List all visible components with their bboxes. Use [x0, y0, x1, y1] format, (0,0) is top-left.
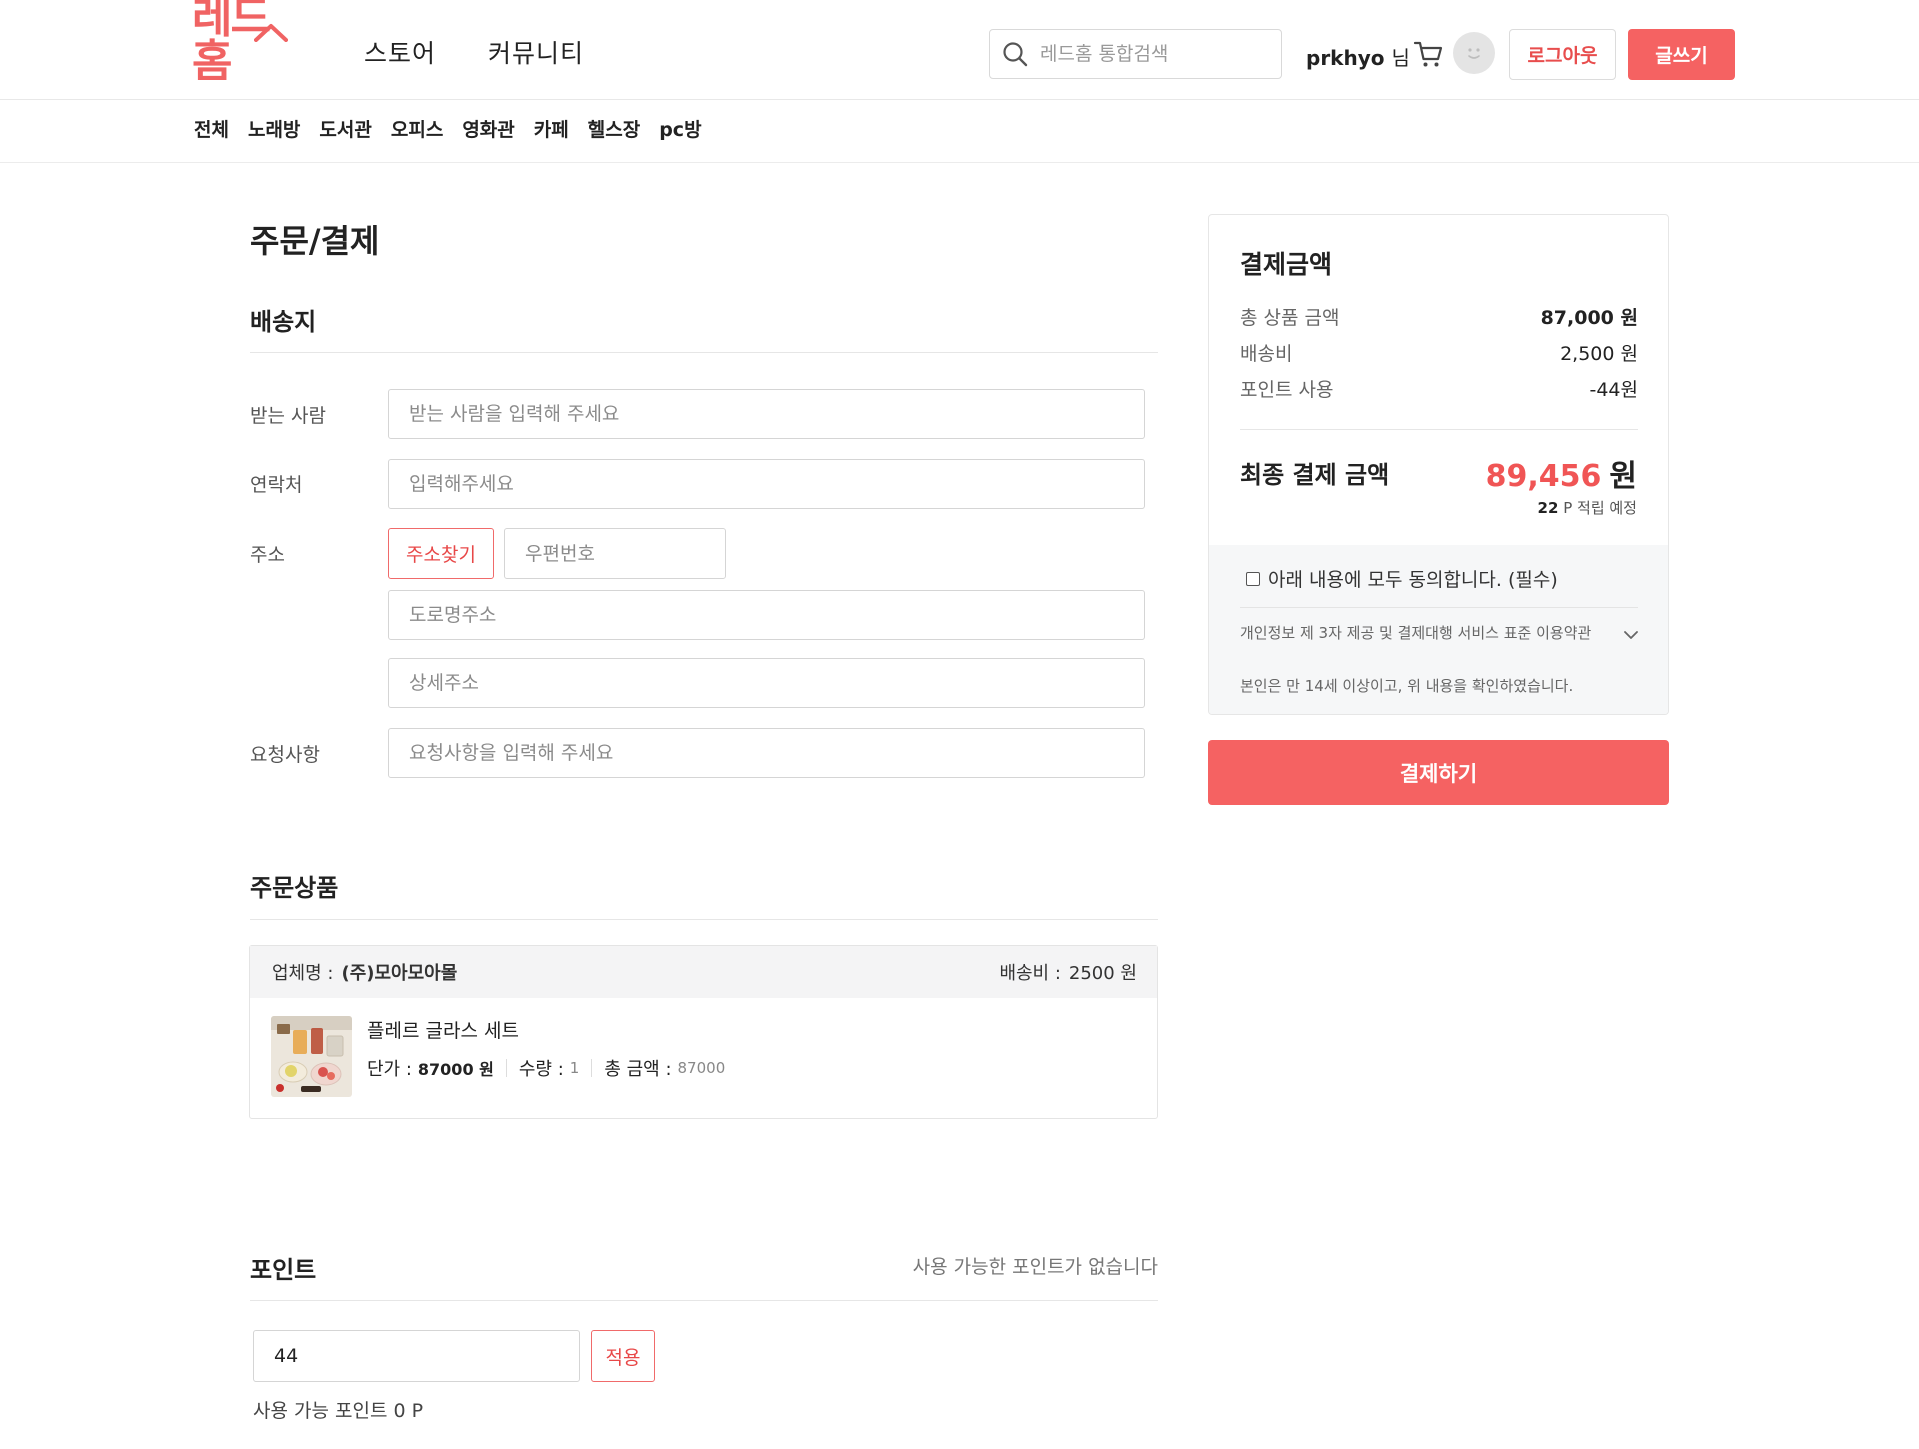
summary-amount: -44원 — [1589, 379, 1638, 401]
unit-price-value: 87000 원 — [417, 1060, 494, 1079]
payment-summary-card: 결제금액 총 상품 금액 87,000 원 배송비 2,500 원 포인트 사용… — [1208, 214, 1669, 715]
age-confirm-text: 본인은 만 14세 이상이고, 위 내용을 확인하였습니다. — [1240, 677, 1574, 695]
pay-button[interactable]: 결제하기 — [1208, 740, 1669, 805]
user-suffix: 님 — [1391, 46, 1410, 70]
category-nav: 전체 노래방 도서관 오피스 영화관 카페 헬스장 pc방 — [0, 101, 1919, 163]
points-section-title: 포인트 — [250, 1256, 317, 1284]
user-greeting: prkhyo 님 — [1306, 42, 1410, 71]
product-name[interactable]: 플레르 글라스 세트 — [367, 1016, 725, 1043]
nav-community[interactable]: 커뮤니티 — [488, 34, 584, 70]
logout-button[interactable]: 로그아웃 — [1509, 29, 1616, 80]
summary-amount: 87,000 원 — [1540, 307, 1638, 329]
page-title: 주문/결제 — [250, 222, 380, 260]
earn-points: 22 P 적립 예정 — [1538, 497, 1637, 518]
category-all[interactable]: 전체 — [194, 115, 229, 142]
avatar[interactable] — [1453, 32, 1495, 74]
chevron-down-icon[interactable] — [1622, 629, 1640, 641]
glass-set-image — [271, 1016, 352, 1097]
category-gym[interactable]: 헬스장 — [588, 115, 640, 142]
summary-row-shipping: 배송비 2,500 원 — [1240, 339, 1638, 366]
order-section-title: 주문상품 — [250, 874, 339, 902]
points-note: 사용 가능한 포인트가 없습니다 — [912, 1256, 1158, 1278]
vendor-header: 업체명 : (주)모아모아몰 배송비 : 2500 원 — [250, 946, 1157, 998]
item-meta: 단가 : 87000 원 수량 : 1 총 금액 : 87000 — [367, 1055, 725, 1081]
recipient-label: 받는 사람 — [250, 405, 326, 427]
summary-label: 배송비 — [1240, 343, 1293, 365]
item-total-value: 87000 — [677, 1059, 726, 1077]
order-divider — [250, 919, 1158, 920]
nav-store[interactable]: 스토어 — [364, 34, 436, 70]
logo[interactable]: 레드홈 — [192, 0, 302, 84]
apply-points-button[interactable]: 적용 — [591, 1330, 655, 1382]
address-label: 주소 — [250, 544, 285, 566]
search-icon — [1003, 42, 1028, 67]
payment-summary-title: 결제금액 — [1240, 250, 1333, 279]
category-cafe[interactable]: 카페 — [534, 115, 569, 142]
quantity-value: 1 — [569, 1059, 580, 1077]
agree-all-label: 아래 내용에 모두 동의합니다. (필수) — [1268, 569, 1558, 591]
recipient-input[interactable] — [388, 389, 1145, 439]
search-input[interactable] — [1040, 43, 1260, 65]
terms-text[interactable]: 개인정보 제 3자 제공 및 결제대행 서비스 표준 이용약관 — [1240, 623, 1600, 643]
zipcode-input[interactable] — [504, 528, 726, 579]
summary-label: 포인트 사용 — [1240, 379, 1334, 401]
request-input[interactable] — [388, 728, 1145, 778]
agreement-area: 아래 내용에 모두 동의합니다. (필수) 개인정보 제 3자 제공 및 결제대… — [1209, 545, 1668, 714]
logo-text: 레드홈 — [192, 0, 271, 87]
category-cinema[interactable]: 영화관 — [462, 115, 514, 142]
final-amount-value: 89,456 — [1485, 459, 1602, 494]
top-header: 레드홈 스토어 커뮤니티 prkhyo 님 로그아웃 글쓰기 — [0, 0, 1919, 100]
available-points: 사용 가능 포인트 0 P — [253, 1400, 424, 1422]
quantity-label: 수량 : — [518, 1059, 564, 1080]
agree-all-checkbox[interactable]: 아래 내용에 모두 동의합니다. (필수) — [1246, 565, 1558, 592]
summary-label: 총 상품 금액 — [1240, 307, 1340, 329]
agreement-divider — [1240, 607, 1638, 608]
contact-input[interactable] — [388, 459, 1145, 509]
meta-separator — [505, 1059, 507, 1077]
final-amount: 89,456 원 — [1486, 451, 1637, 495]
shipping-divider — [250, 352, 1158, 353]
earn-points-text: P 적립 예정 — [1563, 499, 1637, 517]
final-amount-unit: 원 — [1609, 459, 1637, 494]
final-amount-label: 최종 결제 금액 — [1240, 461, 1390, 489]
category-library[interactable]: 도서관 — [319, 115, 371, 142]
vendor-info: 업체명 : (주)모아모아몰 — [272, 959, 457, 985]
summary-amount: 2,500 원 — [1560, 343, 1638, 365]
order-item: 플레르 글라스 세트 단가 : 87000 원 수량 : 1 총 금액 : 87… — [271, 1016, 725, 1097]
category-karaoke[interactable]: 노래방 — [248, 115, 300, 142]
shipping-fee-value: 2500 원 — [1068, 963, 1137, 984]
category-pc-room[interactable]: pc방 — [659, 115, 701, 142]
points-divider — [250, 1300, 1158, 1301]
user-name: prkhyo — [1306, 46, 1385, 70]
earn-points-value: 22 — [1537, 499, 1559, 517]
unit-price-label: 단가 : — [367, 1059, 412, 1080]
points-input[interactable] — [253, 1330, 580, 1382]
category-office[interactable]: 오피스 — [391, 115, 443, 142]
item-total-label: 총 금액 : — [604, 1059, 672, 1080]
checkbox-box[interactable] — [1246, 571, 1260, 586]
road-address-input[interactable] — [388, 590, 1145, 640]
vendor-shipping-fee: 배송비 : 2500 원 — [999, 959, 1137, 985]
request-label: 요청사항 — [250, 744, 320, 766]
meta-separator — [591, 1059, 593, 1077]
detail-address-input[interactable] — [388, 658, 1145, 708]
vendor-name: (주)모아모아몰 — [341, 963, 458, 984]
summary-row-points: 포인트 사용 -44원 — [1240, 375, 1638, 402]
product-thumbnail[interactable] — [271, 1016, 352, 1097]
item-info: 플레르 글라스 세트 단가 : 87000 원 수량 : 1 총 금액 : 87… — [367, 1016, 725, 1097]
contact-label: 연락처 — [250, 474, 303, 496]
vendor-label: 업체명 : — [272, 963, 334, 984]
find-address-button[interactable]: 주소찾기 — [388, 528, 494, 579]
shipping-fee-label: 배송비 : — [999, 963, 1061, 984]
order-vendor-box: 업체명 : (주)모아모아몰 배송비 : 2500 원 플레르 글라스 세트 단가… — [249, 945, 1158, 1119]
smiley-face-icon — [1468, 48, 1480, 59]
summary-row-product-total: 총 상품 금액 87,000 원 — [1240, 303, 1638, 330]
search-box[interactable] — [989, 29, 1282, 79]
shipping-section-title: 배송지 — [250, 308, 317, 336]
cart-icon[interactable] — [1413, 38, 1445, 70]
summary-divider — [1240, 429, 1638, 430]
write-button[interactable]: 글쓰기 — [1628, 29, 1735, 80]
main-nav: 스토어 커뮤니티 — [364, 34, 584, 70]
house-roof-icon — [254, 24, 288, 42]
